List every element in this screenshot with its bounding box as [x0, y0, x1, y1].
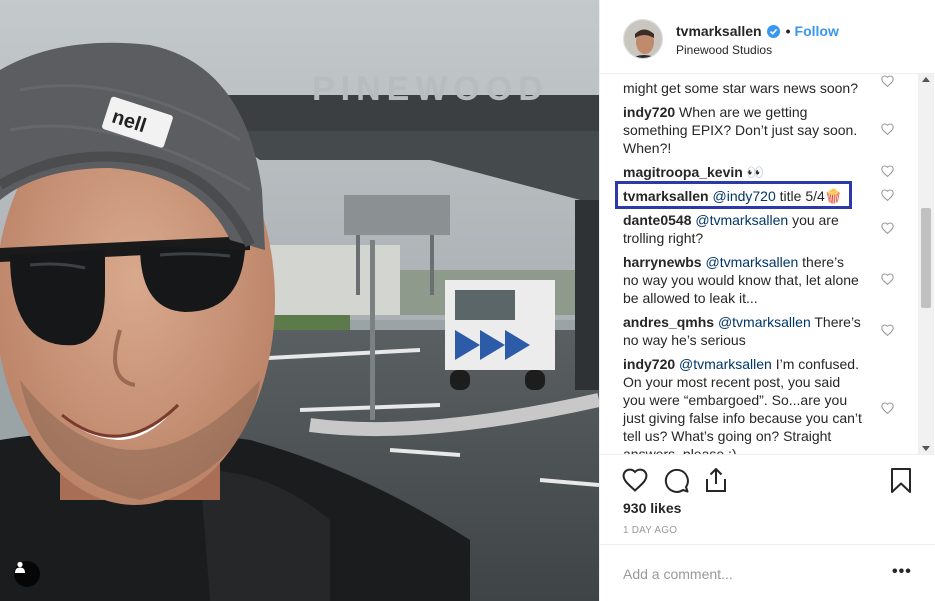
- comment-mention[interactable]: @tvmarksallen: [705, 254, 798, 270]
- comment-bubble-icon[interactable]: [662, 466, 690, 494]
- heart-icon[interactable]: [881, 165, 894, 177]
- user-tag-icon: [15, 561, 25, 573]
- heart-icon[interactable]: [881, 75, 894, 87]
- pinewood-sign: PINEWOOD: [312, 70, 549, 108]
- heart-icon[interactable]: [881, 189, 894, 201]
- comment-composer: •••: [600, 544, 935, 601]
- heart-icon[interactable]: [881, 402, 894, 414]
- comment-item: harrynewbs @tvmarksallen there’s no way …: [623, 253, 863, 307]
- comment-item: indy720 @tvmarksallen I’m confused. On y…: [623, 355, 863, 454]
- separator-dot: •: [785, 23, 791, 39]
- comment-text: might get some star wars news soon?: [623, 80, 858, 96]
- share-upload-icon[interactable]: [702, 466, 730, 494]
- user-tag-button[interactable]: [14, 561, 40, 587]
- verified-badge-icon: [766, 24, 780, 38]
- comment-item-highlighted: tvmarksallen @indy720 title 5/4🍿: [623, 187, 863, 205]
- comment-username[interactable]: indy720: [623, 104, 675, 120]
- comment-mention[interactable]: @tvmarksallen: [679, 356, 772, 372]
- like-heart-icon[interactable]: [621, 466, 649, 494]
- comment-username[interactable]: tvmarksallen: [623, 188, 709, 204]
- comment-item: might get some star wars news soon?: [623, 79, 863, 97]
- avatar[interactable]: [623, 19, 663, 59]
- scroll-up-arrow-icon[interactable]: [922, 77, 930, 82]
- comment-item: andres_qmhs @tvmarksallen There’s no way…: [623, 313, 863, 349]
- post-header: tvmarksallen • Follow Pinewood Studios: [600, 0, 935, 74]
- comment-item: dante0548 @tvmarksallen you are trolling…: [623, 211, 863, 247]
- header-username[interactable]: tvmarksallen: [676, 23, 762, 39]
- comment-item: indy720 When are we getting something EP…: [623, 103, 863, 157]
- comment-mention[interactable]: @tvmarksallen: [695, 212, 788, 228]
- comment-username[interactable]: indy720: [623, 356, 675, 372]
- scrollbar-thumb[interactable]: [921, 208, 931, 308]
- comments-list[interactable]: might get some star wars news soon? indy…: [600, 74, 918, 454]
- post-panel: tvmarksallen • Follow Pinewood Studios m…: [599, 0, 935, 601]
- comment-username[interactable]: dante0548: [623, 212, 691, 228]
- avatar-image: [624, 20, 662, 58]
- follow-button[interactable]: Follow: [795, 23, 839, 39]
- comment-text: title 5/4🍿: [779, 188, 843, 204]
- comment-mention[interactable]: @tvmarksallen: [718, 314, 811, 330]
- heart-icon[interactable]: [881, 222, 894, 234]
- comment-item: magitroopa_kevin 👀: [623, 163, 863, 181]
- heart-icon[interactable]: [881, 324, 894, 336]
- likes-count[interactable]: 930 likes: [623, 500, 681, 516]
- selfie-image: PINEWOOD nell: [0, 0, 599, 601]
- heart-icon[interactable]: [881, 123, 894, 135]
- add-comment-input[interactable]: [623, 563, 873, 585]
- location-link[interactable]: Pinewood Studios: [676, 43, 772, 57]
- scroll-down-arrow-icon[interactable]: [922, 446, 930, 451]
- action-bar: [600, 454, 935, 504]
- header-user-row: tvmarksallen • Follow: [676, 23, 839, 39]
- comment-username[interactable]: harrynewbs: [623, 254, 702, 270]
- post-timestamp[interactable]: 1 DAY AGO: [623, 525, 677, 536]
- comment-username[interactable]: andres_qmhs: [623, 314, 714, 330]
- bookmark-icon[interactable]: [887, 466, 915, 494]
- comment-username[interactable]: magitroopa_kevin: [623, 164, 743, 180]
- comment-text: 👀: [746, 164, 765, 180]
- comment-mention[interactable]: @indy720: [713, 188, 776, 204]
- comments-scrollbar[interactable]: [918, 74, 934, 454]
- more-options-button[interactable]: •••: [892, 563, 912, 581]
- post-photo[interactable]: PINEWOOD nell: [0, 0, 599, 601]
- heart-icon[interactable]: [881, 273, 894, 285]
